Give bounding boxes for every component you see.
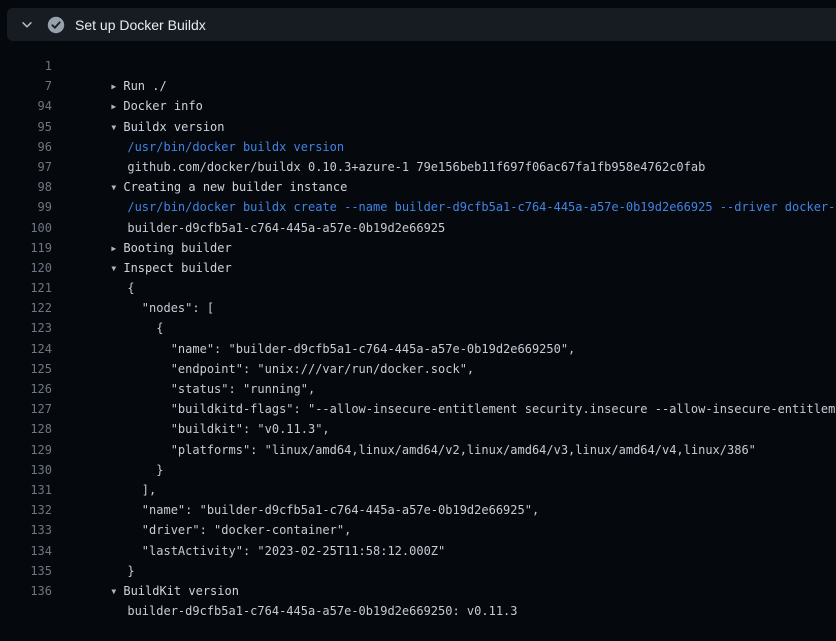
line-content: { — [68, 298, 163, 318]
line-number[interactable]: 131 — [0, 480, 52, 500]
line-number[interactable]: 133 — [0, 520, 52, 540]
log-line: 136 builder-d9cfb5a1-c764-445a-a57e-0b19… — [0, 581, 836, 601]
line-content[interactable]: ▶Run ./ — [68, 56, 167, 76]
line-content: "endpoint": "unix:///var/run/docker.sock… — [68, 339, 474, 359]
line-content: builder-d9cfb5a1-c764-445a-a57e-0b19d2e6… — [68, 581, 518, 601]
line-number[interactable]: 126 — [0, 379, 52, 399]
line-number[interactable]: 7 — [0, 76, 52, 96]
line-number[interactable]: 95 — [0, 117, 52, 137]
line-content[interactable]: ▼Buildx version — [68, 96, 225, 116]
log-line: 1 ▶Run ./ — [0, 56, 836, 76]
line-number[interactable]: 122 — [0, 298, 52, 318]
log-output: 1 ▶Run ./ 7 ▶Docker info 94 ▼Buildx vers… — [0, 56, 836, 601]
line-content: } — [68, 440, 163, 460]
line-content[interactable]: ▼Creating a new builder instance — [68, 157, 347, 177]
log-line: 135 ▼BuildKit version — [0, 561, 836, 581]
log-line: 96 github.com/docker/buildx 0.10.3+azure… — [0, 137, 836, 157]
line-number[interactable]: 124 — [0, 339, 52, 359]
log-line: 95 /usr/bin/docker buildx version — [0, 117, 836, 137]
check-circle-icon — [47, 16, 65, 34]
line-content: "nodes": [ — [68, 278, 214, 298]
line-text: builder-d9cfb5a1-c764-445a-a57e-0b19d2e6… — [127, 604, 517, 618]
line-text: "platforms": "linux/amd64,linux/amd64/v2… — [127, 443, 756, 457]
log-line: 119 ▼Inspect builder — [0, 238, 836, 258]
log-line: 128 "platforms": "linux/amd64,linux/amd6… — [0, 419, 836, 439]
step-title: Set up Docker Buildx — [75, 17, 206, 33]
line-content: builder-d9cfb5a1-c764-445a-a57e-0b19d2e6… — [68, 197, 445, 217]
line-content: github.com/docker/buildx 0.10.3+azure-1 … — [68, 137, 705, 157]
chevron-down-icon[interactable] — [19, 17, 35, 33]
line-number[interactable]: 136 — [0, 581, 52, 601]
log-line: 121 "nodes": [ — [0, 278, 836, 298]
line-number[interactable]: 135 — [0, 561, 52, 581]
line-content: "lastActivity": "2023-02-25T11:58:12.000… — [68, 520, 445, 540]
log-line: 123 "name": "builder-d9cfb5a1-c764-445a-… — [0, 318, 836, 338]
line-content: "driver": "docker-container", — [68, 500, 351, 520]
line-text: "lastActivity": "2023-02-25T11:58:12.000… — [127, 544, 445, 558]
line-number[interactable]: 96 — [0, 137, 52, 157]
line-content: } — [68, 541, 135, 561]
line-content: "buildkit": "v0.11.3", — [68, 399, 330, 419]
line-content: "platforms": "linux/amd64,linux/amd64/v2… — [68, 419, 756, 439]
line-number[interactable]: 123 — [0, 318, 52, 338]
line-number[interactable]: 94 — [0, 96, 52, 116]
line-number[interactable]: 100 — [0, 218, 52, 238]
line-number[interactable]: 98 — [0, 177, 52, 197]
line-text: Inspect builder — [123, 261, 231, 275]
line-number[interactable]: 119 — [0, 238, 52, 258]
log-line: 131 "name": "builder-d9cfb5a1-c764-445a-… — [0, 480, 836, 500]
log-line: 130 ], — [0, 460, 836, 480]
line-number[interactable]: 120 — [0, 258, 52, 278]
line-number[interactable]: 134 — [0, 541, 52, 561]
log-line: 7 ▶Docker info — [0, 76, 836, 96]
line-content[interactable]: ▶Booting builder — [68, 218, 232, 238]
line-content[interactable]: ▶Docker info — [68, 76, 203, 96]
line-content: /usr/bin/docker buildx create --name bui… — [68, 177, 836, 197]
line-content: "status": "running", — [68, 359, 315, 379]
log-line: 98 /usr/bin/docker buildx create --name … — [0, 177, 836, 197]
line-content[interactable]: ▼Inspect builder — [68, 238, 232, 258]
log-line: 94 ▼Buildx version — [0, 96, 836, 116]
step-header[interactable]: Set up Docker Buildx — [7, 8, 836, 41]
line-number[interactable]: 129 — [0, 440, 52, 460]
log-line: 122 { — [0, 298, 836, 318]
log-line: 133 "lastActivity": "2023-02-25T11:58:12… — [0, 520, 836, 540]
line-content: "name": "builder-d9cfb5a1-c764-445a-a57e… — [68, 318, 575, 338]
log-line: 124 "endpoint": "unix:///var/run/docker.… — [0, 339, 836, 359]
line-number[interactable]: 121 — [0, 278, 52, 298]
line-content: "buildkitd-flags": "--allow-insecure-ent… — [68, 379, 836, 399]
line-number[interactable]: 132 — [0, 500, 52, 520]
line-number[interactable]: 127 — [0, 399, 52, 419]
line-content: /usr/bin/docker buildx version — [68, 117, 344, 137]
log-line: 126 "buildkitd-flags": "--allow-insecure… — [0, 379, 836, 399]
line-number[interactable]: 128 — [0, 419, 52, 439]
line-number[interactable]: 97 — [0, 157, 52, 177]
line-content[interactable]: ▼BuildKit version — [68, 561, 239, 581]
line-number[interactable]: 125 — [0, 359, 52, 379]
line-content: ], — [68, 460, 156, 480]
line-number[interactable]: 1 — [0, 56, 52, 76]
line-content: { — [68, 258, 135, 278]
line-number[interactable]: 130 — [0, 460, 52, 480]
log-line: 120 { — [0, 258, 836, 278]
line-content: "name": "builder-d9cfb5a1-c764-445a-a57e… — [68, 480, 539, 500]
line-number[interactable]: 99 — [0, 197, 52, 217]
